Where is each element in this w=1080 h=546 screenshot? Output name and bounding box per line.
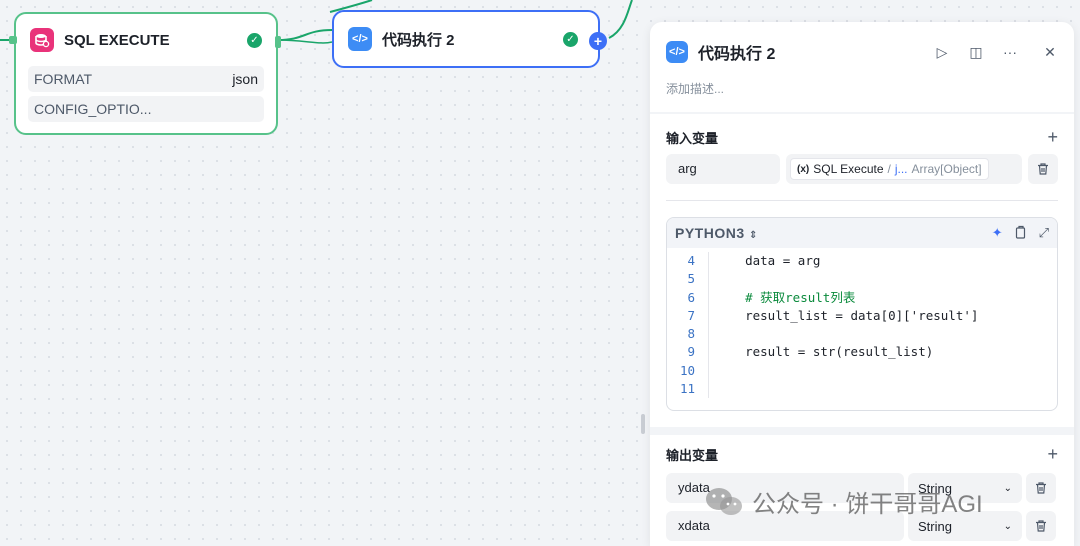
play-icon[interactable]: ▷ xyxy=(934,44,950,61)
database-icon xyxy=(30,28,54,52)
output-section-title: 输出变量 xyxy=(666,447,719,463)
code-line: 6 # 获取result列表 xyxy=(667,288,1057,307)
watermark-text: 公众号 · 饼干哥哥AGI xyxy=(752,491,983,518)
ref-separator: / xyxy=(887,162,891,176)
input-port[interactable] xyxy=(9,36,17,44)
edge-out xyxy=(608,0,633,39)
success-check-icon: ✓ xyxy=(247,32,262,48)
success-check-icon: ✓ xyxy=(563,31,578,47)
sql-execute-node[interactable]: SQL EXECUTE ✓ FORMAT json CONFIG_OPTIO..… xyxy=(9,12,281,135)
copy-icon[interactable] xyxy=(1015,225,1027,242)
trash-icon[interactable] xyxy=(1026,511,1056,541)
code-line: 5 xyxy=(667,270,1057,289)
field-key: CONFIG_OPTIO... xyxy=(34,101,152,117)
close-icon[interactable]: ✕ xyxy=(1042,44,1058,61)
node-field-format: FORMAT json xyxy=(28,66,264,92)
code-text: result = str(result_list) xyxy=(745,344,934,360)
node-title: 代码执行 2 xyxy=(382,31,455,49)
code-line: 4 data = arg xyxy=(667,252,1057,271)
edge-sql-to-code xyxy=(277,29,333,41)
node-title: SQL EXECUTE xyxy=(64,31,170,49)
line-number: 5 xyxy=(687,271,695,287)
chevron-down-icon: ⌄ xyxy=(1003,482,1012,494)
code-execute-node[interactable]: + </> 代码执行 2 ✓ xyxy=(332,10,607,68)
line-number: 7 xyxy=(687,307,695,323)
type-value: String xyxy=(918,518,952,534)
more-icon[interactable]: ··· xyxy=(1002,44,1018,60)
line-number: 4 xyxy=(687,253,695,268)
code-text: # 获取result列表 xyxy=(745,289,856,305)
code-icon: </> xyxy=(348,27,372,51)
panel-resize-handle[interactable] xyxy=(641,414,645,434)
ref-source-var: j... xyxy=(894,162,908,176)
code-text: result_list = data[0]['result'] xyxy=(745,307,979,323)
code-line: 11 xyxy=(667,380,1057,399)
code-line: 9 result = str(result_list) xyxy=(667,343,1057,362)
watermark: 公众号 · 饼干哥哥AGI xyxy=(704,484,983,519)
add-node-plus-icon[interactable]: + xyxy=(589,32,607,50)
line-number: 8 xyxy=(687,326,695,342)
description-input[interactable]: 添加描述... xyxy=(650,82,1074,112)
split-view-icon[interactable]: ◫ xyxy=(968,44,984,61)
divider xyxy=(650,112,1074,114)
divider xyxy=(650,427,1074,435)
sparkle-icon[interactable]: ✦ xyxy=(992,225,1003,241)
ref-source-node: SQL Execute xyxy=(813,162,884,176)
code-line: 8 xyxy=(667,325,1057,344)
reference-chip: (x) SQL Execute / j... Array[Object] xyxy=(790,158,989,180)
line-number: 11 xyxy=(679,381,695,397)
language-selector[interactable]: PYTHON3 ⇕ xyxy=(675,225,758,241)
ref-type: Array[Object] xyxy=(911,162,982,176)
code-icon: </> xyxy=(666,41,688,63)
variable-icon: (x) xyxy=(797,163,810,175)
field-key: FORMAT xyxy=(34,71,93,87)
input-variable-row: arg (x) SQL Execute / j... Array[Object] xyxy=(650,152,1074,186)
node-field-config: CONFIG_OPTIO... xyxy=(28,96,264,122)
edge-sql-to-code-2 xyxy=(277,39,333,44)
divider xyxy=(666,200,1058,201)
chevron-down-icon: ⌄ xyxy=(1003,520,1012,532)
trash-icon[interactable] xyxy=(1028,154,1058,184)
line-number: 10 xyxy=(679,362,695,378)
field-value: json xyxy=(232,71,258,87)
code-line: 10 xyxy=(667,361,1057,381)
code-body[interactable]: 4 data = arg 5 6 # 获取result列表 7 result_l… xyxy=(667,248,1057,408)
add-output-button[interactable]: + xyxy=(1047,444,1058,465)
input-reference-selector[interactable]: (x) SQL Execute / j... Array[Object] xyxy=(786,154,1022,184)
trash-icon[interactable] xyxy=(1026,473,1056,503)
code-text: data = arg xyxy=(745,253,821,268)
input-section-title: 输入变量 xyxy=(666,130,719,146)
node-config-panel: </> 代码执行 2 ▷ ◫ ··· ✕ 添加描述... 输入变量 + arg … xyxy=(650,22,1074,546)
code-line: 7 result_list = data[0]['result'] xyxy=(667,306,1057,326)
input-name-field[interactable]: arg xyxy=(666,154,780,184)
add-input-button[interactable]: + xyxy=(1047,127,1058,148)
wechat-icon xyxy=(704,485,744,519)
panel-title[interactable]: 代码执行 2 xyxy=(698,40,934,64)
line-number: 9 xyxy=(687,344,695,360)
expand-icon[interactable]: ⤢ xyxy=(1039,225,1049,241)
line-number: 6 xyxy=(687,289,695,305)
output-port[interactable] xyxy=(275,36,281,48)
code-editor[interactable]: PYTHON3 ⇕ ✦ ⤢ 4 data = arg 5 6 # 获取resul… xyxy=(666,217,1058,411)
